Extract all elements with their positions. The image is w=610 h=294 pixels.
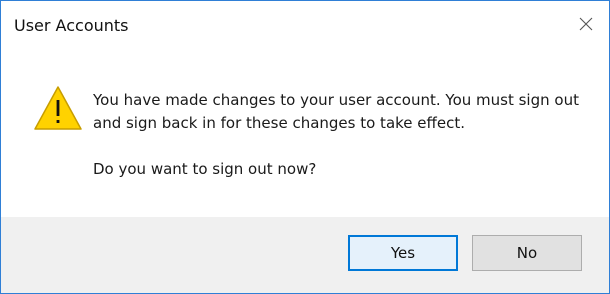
close-icon xyxy=(579,17,593,31)
close-button[interactable] xyxy=(563,1,609,47)
no-button[interactable]: No xyxy=(472,235,582,271)
window-title: User Accounts xyxy=(14,16,129,35)
message-text: You have made changes to your user accou… xyxy=(93,91,579,132)
dialog-content: You have made changes to your user accou… xyxy=(1,47,609,217)
warning-icon xyxy=(34,86,82,130)
question-text: Do you want to sign out now? xyxy=(93,160,317,178)
dialog-window: User Accounts You have made changes to y… xyxy=(0,0,610,294)
title-bar: User Accounts xyxy=(1,1,609,47)
yes-button[interactable]: Yes xyxy=(348,235,458,271)
button-bar: Yes No xyxy=(1,217,609,293)
